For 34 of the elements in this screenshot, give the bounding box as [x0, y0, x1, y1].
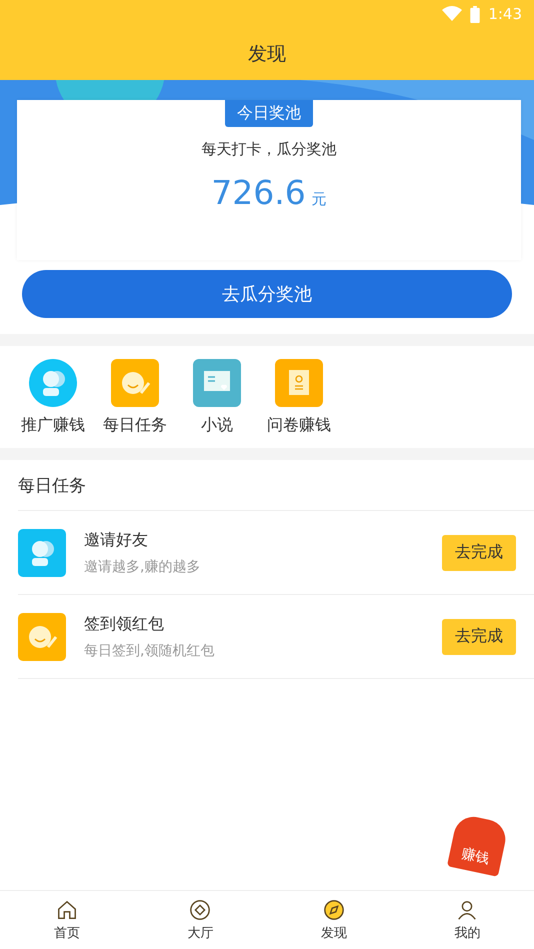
task-title: 邀请好友 — [84, 530, 149, 550]
tab-item[interactable]: 发现 — [267, 891, 400, 949]
pool-badge: 今日奖池 — [225, 100, 313, 127]
shortcut-label[interactable]: 每日任务 — [103, 415, 167, 436]
home-icon — [56, 898, 78, 920]
task-description: 邀请越多,赚的越多 — [84, 558, 202, 576]
friends-icon — [18, 528, 66, 576]
shortcut-label[interactable]: 推广赚钱 — [21, 415, 85, 436]
diamond-circle-icon — [189, 898, 212, 920]
task-description: 每日签到,领随机红包 — [84, 642, 216, 660]
smiley-icon — [18, 612, 66, 660]
tab-item[interactable]: 我的 — [400, 891, 534, 949]
book-icon[interactable] — [193, 359, 241, 407]
section-title: 每日任务 — [18, 474, 86, 496]
wifi-icon — [442, 6, 462, 22]
compass-icon — [322, 898, 345, 920]
complete-button[interactable]: 去完成 — [442, 534, 516, 570]
pool-amount: 726.6 — [211, 173, 306, 212]
status-time: 1:43 — [488, 5, 522, 23]
person-icon — [456, 898, 478, 920]
smiley-icon[interactable] — [111, 359, 159, 407]
pool-unit: 元 — [312, 190, 327, 209]
document-icon[interactable] — [275, 359, 323, 407]
shortcut-label[interactable]: 问卷赚钱 — [267, 415, 331, 436]
task-title: 签到领红包 — [84, 614, 165, 634]
tab-item[interactable]: 首页 — [0, 891, 134, 949]
tab-item[interactable]: 大厅 — [134, 891, 267, 949]
shortcut-label[interactable]: 小说 — [201, 415, 233, 436]
battery-icon — [470, 6, 480, 22]
page-title: 发现 — [248, 42, 286, 67]
complete-button[interactable]: 去完成 — [442, 618, 516, 654]
share-pool-button[interactable]: 去瓜分奖池 — [22, 270, 512, 318]
pool-subtitle: 每天打卡，瓜分奖池 — [202, 140, 336, 159]
friends-icon[interactable] — [29, 359, 77, 407]
